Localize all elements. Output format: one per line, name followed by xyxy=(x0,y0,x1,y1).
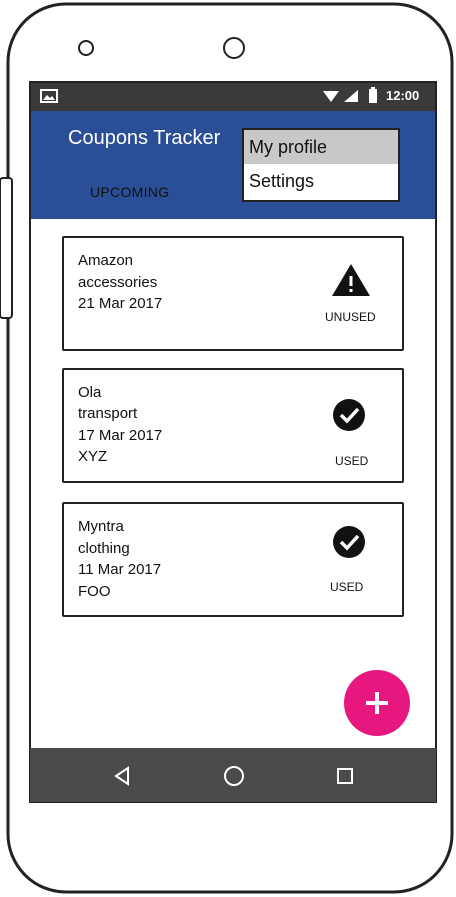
battery-icon xyxy=(369,87,377,103)
coupon-store: Ola xyxy=(78,384,102,401)
signal-icon xyxy=(344,90,358,102)
coupon-card[interactable]: Myntra clothing 11 Mar 2017 FOO USED xyxy=(62,502,404,617)
coupon-card[interactable]: Ola transport 17 Mar 2017 XYZ USED xyxy=(62,368,404,483)
coupon-category: transport xyxy=(78,405,138,422)
back-icon[interactable] xyxy=(112,766,132,786)
check-circle-icon xyxy=(333,399,365,431)
coupon-status: UNUSED xyxy=(325,310,376,324)
recents-icon[interactable] xyxy=(336,767,354,785)
coupon-date: 11 Mar 2017 xyxy=(78,561,162,578)
coupon-store: Myntra xyxy=(78,518,124,535)
tab-upcoming[interactable]: UPCOMING xyxy=(90,184,169,200)
coupon-category: accessories xyxy=(78,274,158,291)
coupon-date: 17 Mar 2017 xyxy=(78,427,163,444)
overflow-menu: My profile Settings xyxy=(242,128,400,202)
coupon-store: Amazon xyxy=(78,252,134,269)
coupon-status: USED xyxy=(330,580,364,594)
add-coupon-button[interactable] xyxy=(344,670,410,736)
navigation-bar xyxy=(30,748,436,802)
coupon-code: FOO xyxy=(78,583,111,600)
coupon-date: 21 Mar 2017 xyxy=(78,295,163,312)
check-circle-icon xyxy=(333,526,365,558)
app-title: Coupons Tracker xyxy=(68,127,221,149)
home-icon[interactable] xyxy=(223,765,245,787)
coupon-status: USED xyxy=(335,454,369,468)
coupon-card[interactable]: Amazon accessories 21 Mar 2017 UNUSED xyxy=(62,236,404,351)
image-icon xyxy=(40,89,58,103)
status-time: 12:00 xyxy=(386,88,420,103)
coupon-category: clothing xyxy=(78,540,130,557)
menu-item-my-profile[interactable]: My profile xyxy=(244,130,398,164)
wifi-icon xyxy=(323,91,339,102)
warning-icon xyxy=(332,264,370,296)
plus-icon xyxy=(366,692,388,714)
menu-item-settings[interactable]: Settings xyxy=(244,164,398,198)
coupon-code: XYZ xyxy=(78,448,108,465)
